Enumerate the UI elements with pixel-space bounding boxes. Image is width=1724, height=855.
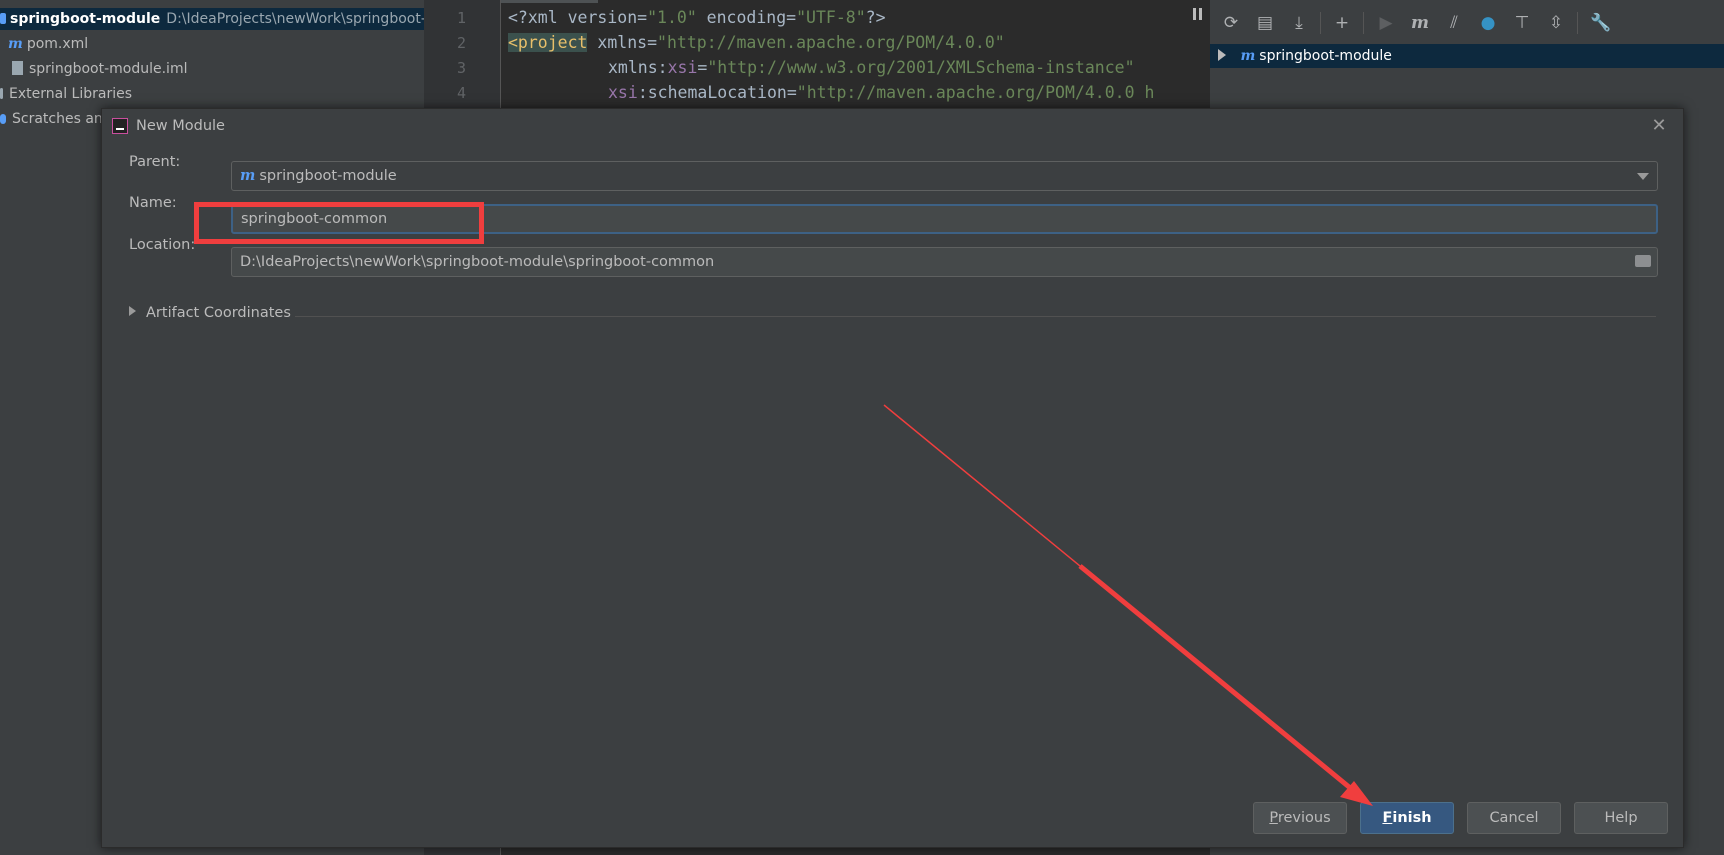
expand-arrow-icon [129,306,136,316]
parent-combobox[interactable]: m springboot-module [231,161,1658,191]
parent-label: Parent: [129,154,181,170]
file-icon [12,61,23,75]
name-label: Name: [129,195,177,211]
tree-item-label: Scratches and [12,111,112,127]
tree-item-label: External Libraries [9,86,132,102]
code-line-2: <project xmlns="http://maven.apache.org/… [508,33,1005,52]
mnemonic-letter: F [1382,810,1393,826]
artifact-coordinates-toggle[interactable]: Artifact Coordinates [129,305,291,321]
expand-arrow-icon[interactable] [1218,49,1226,61]
line-number: 3 [456,59,466,77]
tree-item-label: pom.xml [26,36,89,52]
generate-sources-icon[interactable]: ▤ [1254,12,1276,34]
tree-item-iml[interactable]: springboot-module.iml [12,58,187,80]
code-token: <project [508,33,588,52]
line-number: 4 [456,84,466,102]
tree-item-external-libraries[interactable]: External Libraries [0,83,132,105]
download-icon[interactable]: ⤓ [1288,12,1310,34]
toolbar-separator [1363,12,1364,34]
skip-tests-icon[interactable]: ● [1477,12,1499,34]
toolbar-separator [1320,12,1321,34]
code-token: "http://www.w3.org/2001/XMLSchema-instan… [707,58,1135,77]
previous-button[interactable]: Previous [1253,802,1347,834]
dialog-title-bar: New Module ✕ [102,109,1683,143]
section-divider [295,316,1656,317]
intellij-logo-icon [112,118,128,134]
artifact-coordinates-label: Artifact Coordinates [146,305,291,321]
tree-root-row[interactable]: springboot-module D:\IdeaProjects\newWork… [0,8,424,30]
run-icon[interactable]: ▶ [1375,12,1397,34]
pause-icon [1193,8,1202,20]
line-number: 1 [456,9,466,27]
finish-button[interactable]: Finish [1360,802,1454,834]
code-token: :schemaLocation= [637,83,797,102]
tree-root-label: springboot-module [10,11,161,27]
location-field[interactable]: D:\IdeaProjects\newWork\springboot-modul… [231,247,1658,277]
add-icon[interactable]: + [1331,12,1353,34]
scratches-icon [0,114,6,124]
code-line-3: xmlns:xsi="http://www.w3.org/2001/XMLSch… [608,58,1135,77]
maven-project-label: springboot-module [1259,48,1392,64]
code-token: ?> [865,8,886,27]
code-token: "http://maven.apache.org/POM/4.0.0" [657,33,1005,52]
browse-folder-icon[interactable] [1635,255,1651,267]
maven-icon: m [8,36,23,52]
line-number: 2 [456,34,466,52]
settings-wrench-icon[interactable]: 🔧 [1590,12,1612,34]
code-token: xsi [608,83,638,102]
chevron-down-icon [1637,173,1649,180]
maven-toolbar: ⟳ ▤ ⤓ + ▶ m ⫽ ● ⊤ ⇳ 🔧 [1210,0,1724,42]
dialog-title: New Module [136,118,225,134]
code-token: "UTF-8" [796,8,866,27]
toolbar-separator [1577,12,1578,34]
code-token: "http://maven.apache.org/POM/4.0.0 h [796,83,1155,102]
cancel-button[interactable]: Cancel [1467,802,1561,834]
annotation-highlight-box [194,202,484,244]
module-folder-icon [0,13,6,24]
close-icon[interactable]: ✕ [1649,109,1669,143]
editor-tab-indicator [488,0,598,3]
code-token: encoding= [696,8,797,27]
code-token: = [697,58,708,77]
code-token: xmlns: [608,58,668,77]
parent-value: springboot-module [259,168,397,184]
tree-item-scratches[interactable]: Scratches and [0,108,112,130]
code-token: xsi [667,58,698,77]
location-value: D:\IdeaProjects\newWork\springboot-modul… [240,254,715,270]
button-label: revious [1277,810,1331,826]
toggle-offline-icon[interactable]: ⫽ [1443,12,1465,34]
library-icon [0,88,3,99]
code-line-1: <?xml version="1.0" encoding="UTF-8"?> [508,8,886,27]
code-token: xmlns= [587,33,658,52]
location-label: Location: [129,237,196,253]
collapse-all-icon[interactable]: ⇳ [1545,12,1567,34]
maven-module-icon: m [1240,48,1256,64]
maven-project-row[interactable]: m springboot-module [1210,44,1724,68]
code-token: "1.0" [647,8,697,27]
button-label: inish [1392,810,1432,826]
help-button[interactable]: Help [1574,802,1668,834]
code-line-4: xsi:schemaLocation="http://maven.apache.… [608,83,1154,102]
maven-goal-icon[interactable]: m [1409,12,1431,34]
show-dependencies-icon[interactable]: ⊤ [1511,12,1533,34]
tree-item-label: springboot-module.iml [29,61,188,77]
code-token: <?xml version= [508,8,648,27]
tree-item-pom[interactable]: m pom.xml [8,33,88,55]
reload-icon[interactable]: ⟳ [1220,12,1242,34]
tree-root-path: D:\IdeaProjects\newWork\springboot-m [166,11,424,27]
mnemonic-letter: P [1269,810,1278,826]
maven-icon: m [240,167,256,184]
